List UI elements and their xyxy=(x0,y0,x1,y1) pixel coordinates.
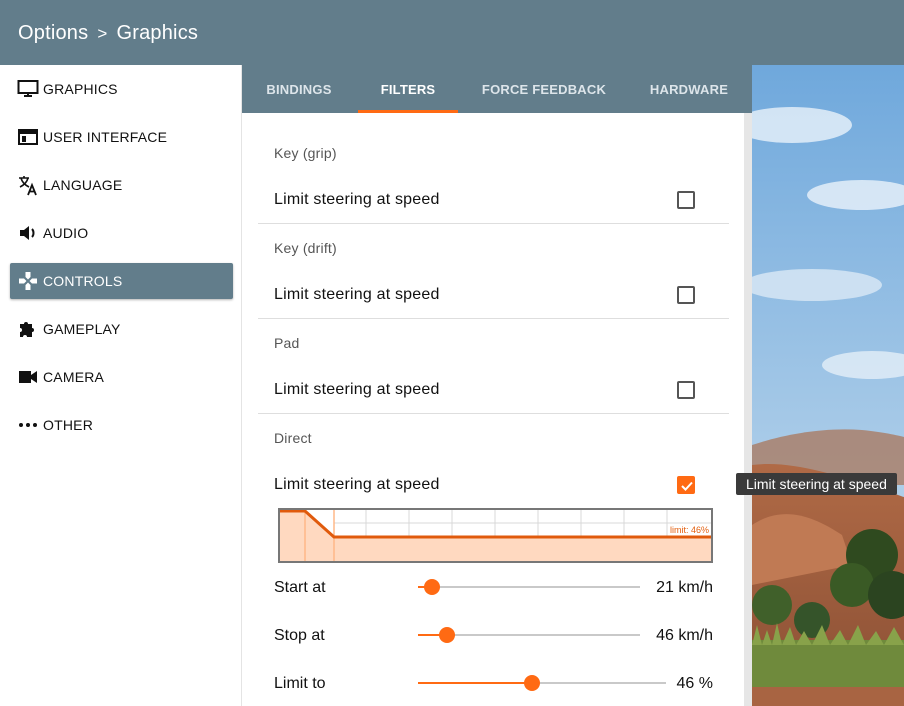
limit-to-value: 46 % xyxy=(676,675,713,692)
gamepad-icon xyxy=(16,269,40,293)
tab-bindings[interactable]: BINDINGS xyxy=(254,65,344,113)
limit-steering-label: Limit steering at speed xyxy=(274,286,440,303)
breadcrumb-separator: > xyxy=(97,24,108,43)
filters-panel: Key (grip) Limit steering at speed Key (… xyxy=(242,113,744,706)
limit-steering-label: Limit steering at speed xyxy=(274,191,440,208)
sidebar-item-gameplay[interactable]: GAMEPLAY xyxy=(10,311,233,347)
sidebar-item-label: USER INTERFACE xyxy=(43,129,168,145)
limit-to-label: Limit to xyxy=(274,675,326,692)
limit-steering-label: Limit steering at speed xyxy=(274,476,440,493)
sidebar-item-other[interactable]: OTHER xyxy=(10,407,233,443)
limit-steering-checkbox-key-drift[interactable] xyxy=(677,286,695,304)
videocam-icon xyxy=(16,365,40,389)
limit-steering-checkbox-pad[interactable] xyxy=(677,381,695,399)
checkmark-icon xyxy=(681,481,693,491)
tab-force-feedback[interactable]: FORCE FEEDBACK xyxy=(474,65,614,113)
sidebar-item-label: OTHER xyxy=(43,417,93,433)
sidebar-item-controls[interactable]: CONTROLS xyxy=(10,263,233,299)
limit-steering-label: Limit steering at speed xyxy=(274,381,440,398)
tooltip: Limit steering at speed xyxy=(736,473,897,495)
sidebar-item-label: CONTROLS xyxy=(43,273,123,289)
section-title-key-drift: Key (drift) xyxy=(274,240,337,256)
sidebar-item-label: GAMEPLAY xyxy=(43,321,121,337)
sidebar-item-audio[interactable]: AUDIO xyxy=(10,215,233,251)
breadcrumb: Options > Graphics xyxy=(18,22,198,45)
start-at-label: Start at xyxy=(274,579,326,596)
sidebar-item-user-interface[interactable]: USER INTERFACE xyxy=(10,119,233,155)
section-title-pad: Pad xyxy=(274,335,300,351)
tab-hardware[interactable]: HARDWARE xyxy=(634,65,744,113)
translate-icon xyxy=(16,173,40,197)
sidebar-item-label: CAMERA xyxy=(43,369,105,385)
speaker-icon xyxy=(16,221,40,245)
steering-limit-graph: limit: 46% xyxy=(278,508,713,563)
sidebar-item-graphics[interactable]: GRAPHICS xyxy=(10,71,233,107)
window-icon xyxy=(16,125,40,149)
puzzle-icon xyxy=(16,317,40,341)
breadcrumb-current: Graphics xyxy=(116,22,199,44)
sidebar-item-label: AUDIO xyxy=(43,225,89,241)
tab-filters[interactable]: FILTERS xyxy=(358,65,458,113)
app-header: Options > Graphics xyxy=(0,0,904,65)
limit-curve-chart xyxy=(280,510,711,561)
limit-steering-checkbox-key-grip[interactable] xyxy=(677,191,695,209)
sidebar-item-camera[interactable]: CAMERA xyxy=(10,359,233,395)
limit-to-slider-fill xyxy=(418,682,532,684)
sidebar-item-label: GRAPHICS xyxy=(43,81,118,97)
divider xyxy=(258,413,729,414)
limit-to-slider-thumb[interactable] xyxy=(524,675,540,691)
divider xyxy=(258,223,729,224)
section-title-key-grip: Key (grip) xyxy=(274,145,337,161)
start-at-slider-thumb[interactable] xyxy=(424,579,440,595)
graph-limit-label: limit: 46% xyxy=(669,525,709,535)
stop-at-slider-thumb[interactable] xyxy=(439,627,455,643)
more-dots-icon xyxy=(16,413,40,437)
sidebar: GRAPHICS USER INTERFACE LANGUAGE AUDIO C… xyxy=(2,65,242,706)
start-at-value: 21 km/h xyxy=(656,579,713,596)
monitor-icon xyxy=(16,77,40,101)
background-scene xyxy=(752,65,904,706)
stop-at-label: Stop at xyxy=(274,627,325,644)
divider xyxy=(258,318,729,319)
sidebar-item-label: LANGUAGE xyxy=(43,177,123,193)
start-at-slider-track[interactable] xyxy=(418,586,640,588)
section-title-direct: Direct xyxy=(274,430,312,446)
content-scrollbar[interactable] xyxy=(744,113,752,706)
breadcrumb-root[interactable]: Options xyxy=(18,22,88,45)
sidebar-item-language[interactable]: LANGUAGE xyxy=(10,167,233,203)
limit-steering-checkbox-direct[interactable] xyxy=(677,476,695,494)
stop-at-value: 46 km/h xyxy=(656,627,713,644)
tab-bar: BINDINGS FILTERS FORCE FEEDBACK HARDWARE xyxy=(242,65,752,113)
